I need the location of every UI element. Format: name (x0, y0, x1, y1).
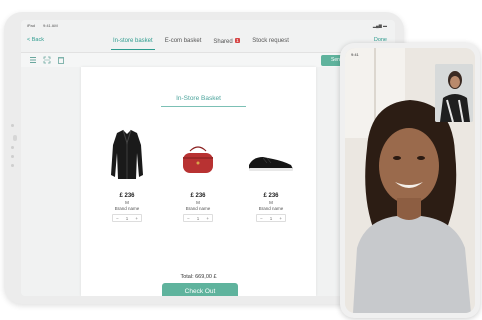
product-price: £ 236 (190, 193, 206, 199)
tab-label: In-store basket (113, 38, 153, 44)
product-brand: Brand name (185, 206, 211, 211)
toolbar: Send (21, 52, 395, 67)
nav-bar: < Back In-store basket E-com basket Shar… (21, 30, 395, 52)
scan-icon[interactable] (43, 56, 51, 64)
product-size: M (125, 200, 129, 205)
quantity-value: 1 (196, 215, 200, 221)
product-card[interactable]: £ 236 M Brand name − 1 + (99, 125, 155, 222)
decrement-button[interactable]: − (260, 216, 263, 221)
phone-status-time: 9:41 (351, 52, 359, 57)
product-price: £ 236 (263, 193, 279, 199)
back-button[interactable]: < Back (27, 37, 44, 43)
tab-label: E-com basket (164, 38, 202, 44)
tablet-sensor (11, 146, 14, 149)
quantity-value: 1 (125, 215, 129, 221)
video-call-pip-feed[interactable] (435, 64, 473, 122)
product-price: £ 236 (119, 193, 135, 199)
quantity-value: 1 (269, 215, 273, 221)
basket-card: In-Store Basket £ 236 M Brand name − 1 +… (81, 67, 316, 296)
wifi-battery-icon: ▂▄▆ ▬ (372, 23, 387, 28)
tab-stock-request[interactable]: Stock request (246, 30, 295, 52)
trash-icon[interactable] (57, 56, 65, 64)
checkout-button[interactable]: Check Out (162, 283, 238, 296)
basket-title: In-Store Basket (176, 95, 221, 102)
basket-tabs: In-store basket E-com basket Shared 1 Sto… (107, 30, 295, 52)
tablet-home-indicator (13, 135, 17, 141)
status-time: 9:41 AM (43, 23, 58, 28)
phone-screen: 9:41 (345, 48, 475, 313)
phone-device: 9:41 (340, 43, 480, 318)
tablet-sensor (11, 164, 14, 167)
tab-in-store-basket[interactable]: In-store basket (107, 30, 159, 52)
basket-total: Total: 669,00 £ (180, 274, 217, 280)
tab-label: Shared (213, 39, 233, 45)
title-underline (161, 106, 246, 107)
quantity-stepper: − 1 + (112, 214, 142, 222)
product-image-jacket[interactable] (99, 125, 155, 187)
quantity-stepper: − 1 + (256, 214, 286, 222)
tab-label: Stock request (252, 38, 289, 44)
product-image-handbag[interactable] (170, 125, 226, 187)
product-card[interactable]: £ 236 M Brand name − 1 + (170, 125, 226, 222)
tablet-camera (11, 124, 14, 127)
product-card[interactable]: £ 236 M Brand name − 1 + (243, 125, 299, 222)
list-icon[interactable] (29, 56, 37, 64)
tab-shared[interactable]: Shared 1 (207, 30, 246, 52)
product-size: M (269, 200, 273, 205)
decrement-button[interactable]: − (187, 216, 190, 221)
status-bar: iPad 9:41 AM ▂▄▆ ▬ (21, 20, 395, 30)
product-size: M (196, 200, 200, 205)
product-brand: Brand name (258, 206, 284, 211)
tab-e-com-basket[interactable]: E-com basket (159, 30, 208, 52)
shared-count-badge: 1 (234, 38, 241, 43)
product-image-sneaker[interactable] (243, 125, 299, 187)
tablet-sensor (11, 155, 14, 158)
increment-button[interactable]: + (279, 216, 282, 221)
quantity-stepper: − 1 + (183, 214, 213, 222)
product-brand: Brand name (114, 206, 140, 211)
status-carrier: iPad (27, 23, 36, 28)
increment-button[interactable]: + (135, 216, 138, 221)
increment-button[interactable]: + (206, 216, 209, 221)
decrement-button[interactable]: − (116, 216, 119, 221)
tablet-screen: iPad 9:41 AM ▂▄▆ ▬ < Back In-store baske… (21, 20, 395, 296)
